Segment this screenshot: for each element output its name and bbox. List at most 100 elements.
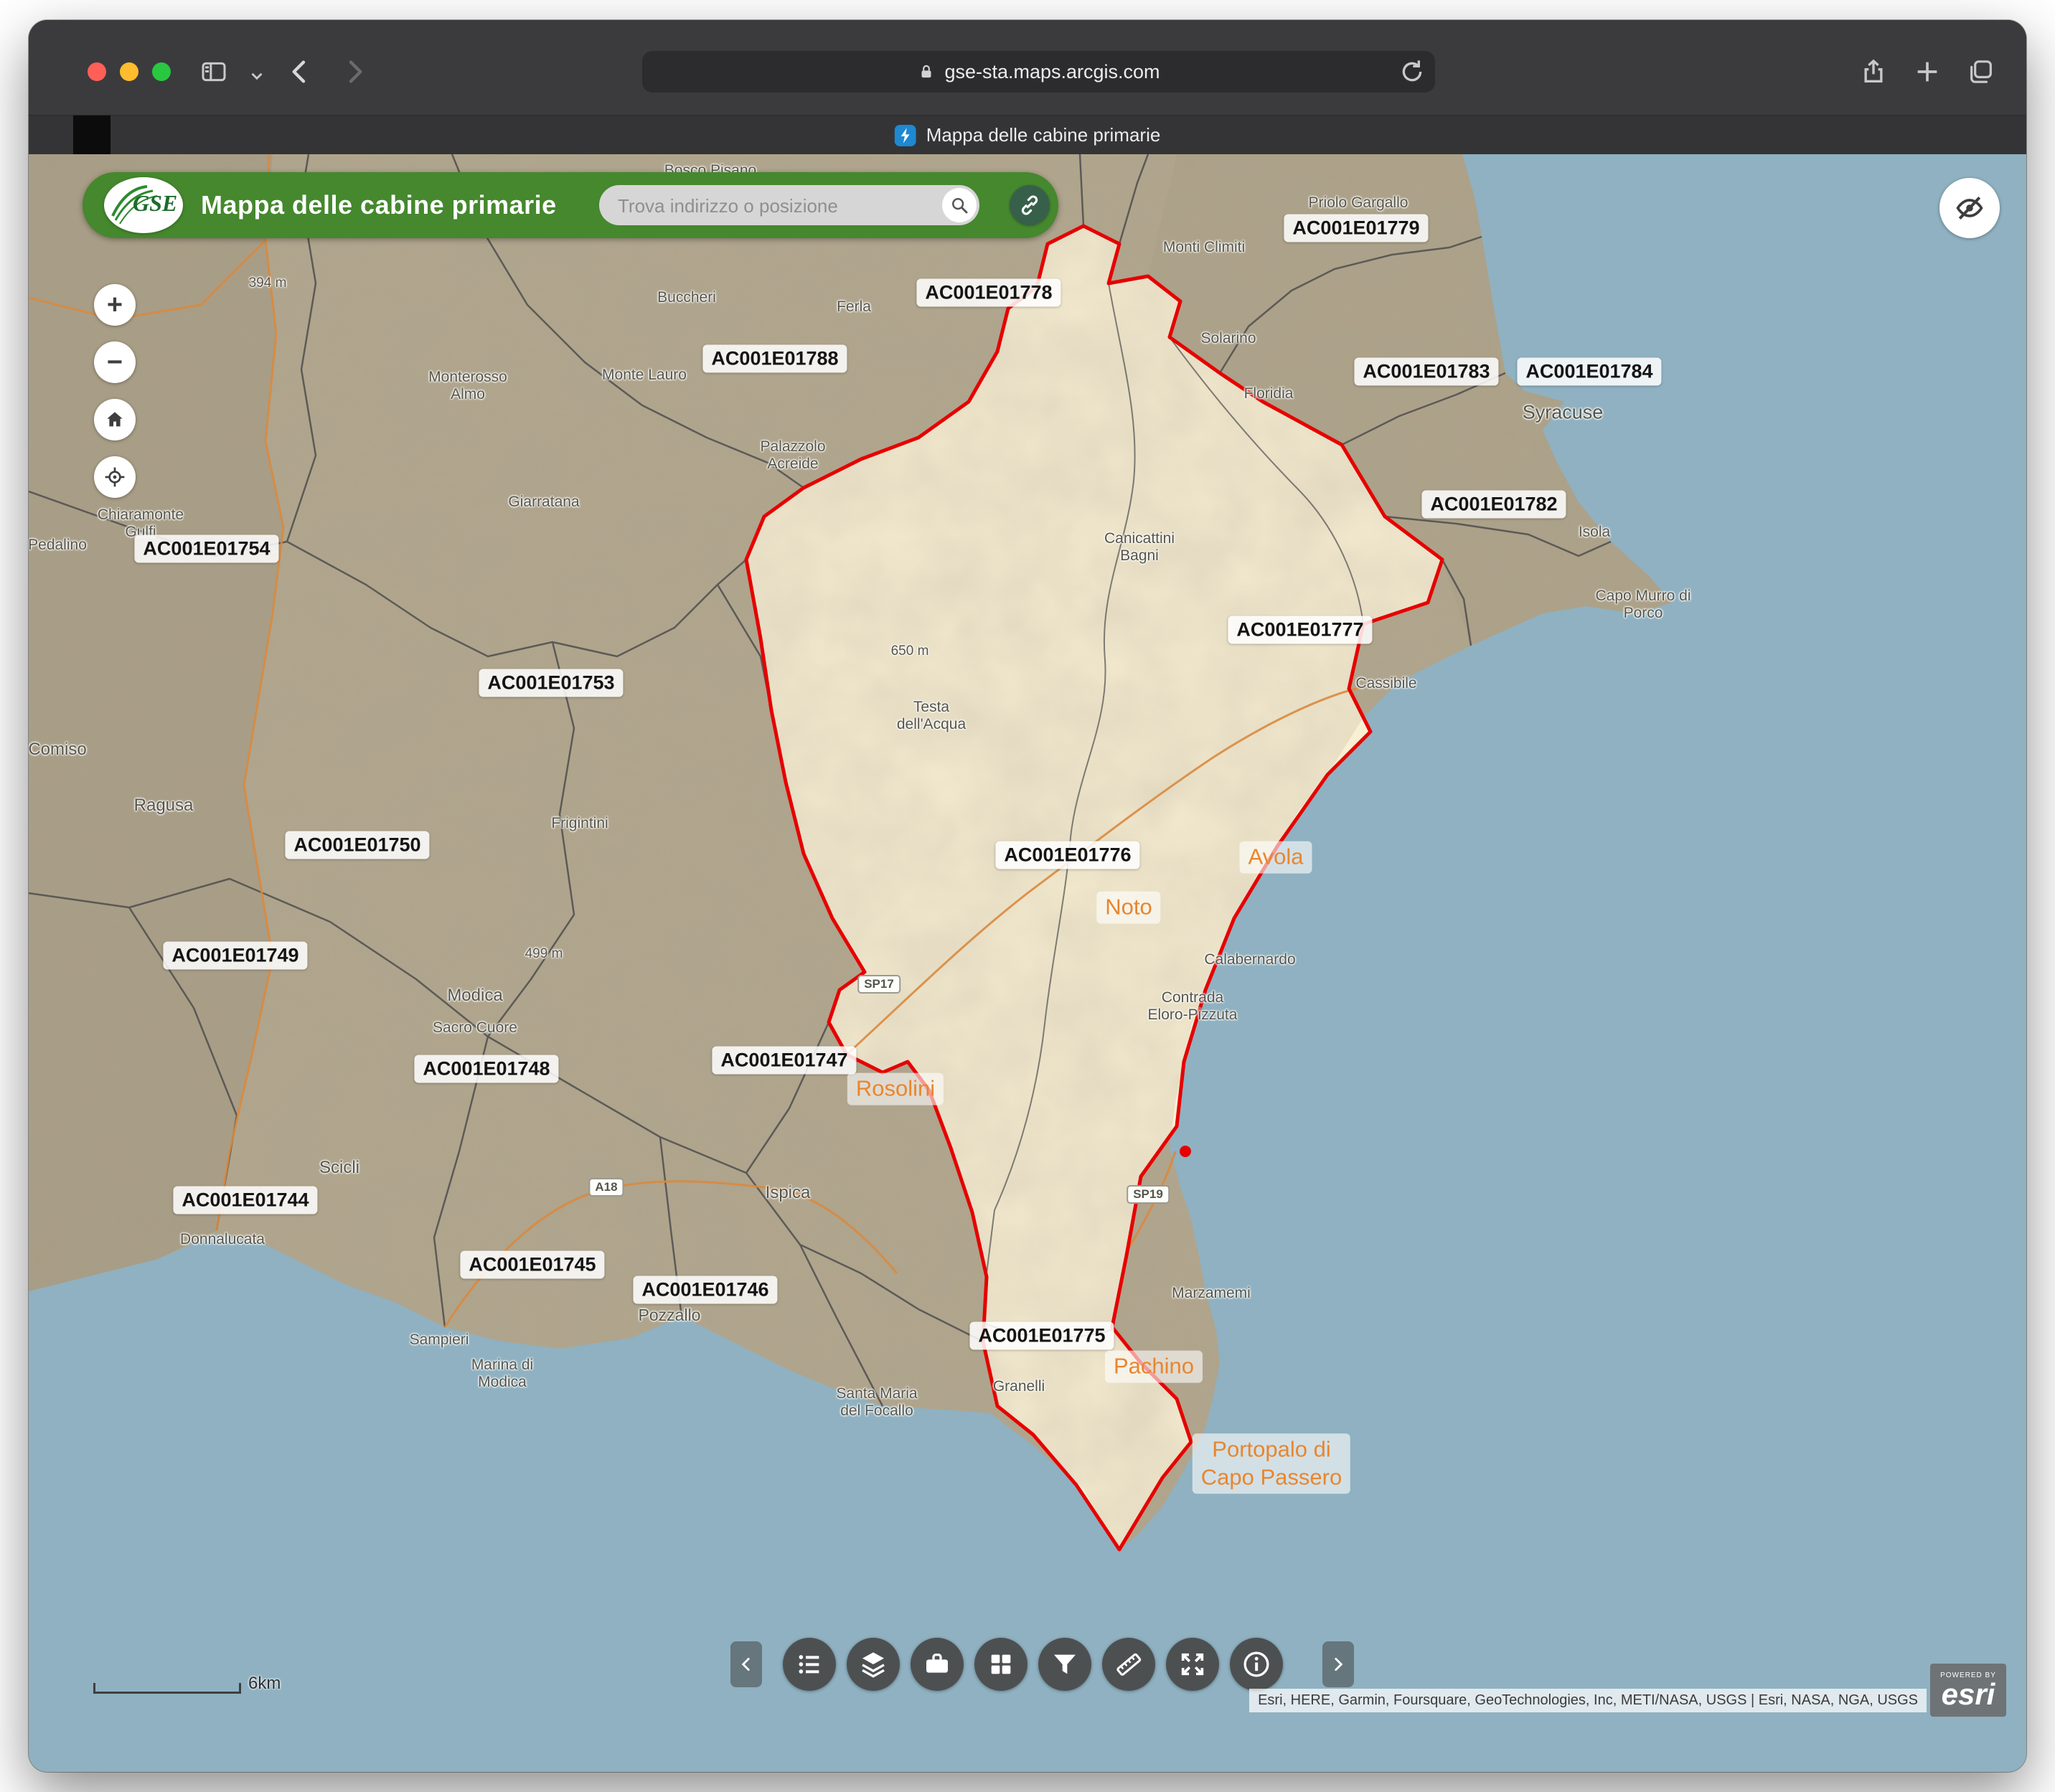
lock-icon <box>917 62 936 81</box>
place-label: Solarino <box>1200 330 1256 347</box>
search-button[interactable] <box>942 188 977 222</box>
place-label: Buccheri <box>657 289 716 306</box>
chevron-left-icon <box>737 1655 756 1674</box>
basemap-button[interactable] <box>911 1638 964 1691</box>
minimize-window-button[interactable] <box>120 62 138 81</box>
place-label: Cassibile <box>1355 675 1416 692</box>
cabin-label[interactable]: AC001E01776 <box>995 841 1139 869</box>
esri-logo: POWERED BY esri <box>1930 1664 2006 1717</box>
cabin-label[interactable]: AC001E01783 <box>1354 358 1498 386</box>
place-label: Pozzallo <box>639 1306 701 1324</box>
filter-button[interactable] <box>1038 1638 1091 1691</box>
share-icon[interactable] <box>1855 53 1892 90</box>
zoom-out-label: − <box>107 347 123 378</box>
esri-wordmark: esri <box>1942 1679 1995 1710</box>
layers-icon <box>859 1650 888 1679</box>
cabin-label[interactable]: AC001E01778 <box>916 279 1061 307</box>
city-label: Avola <box>1240 841 1312 874</box>
place-label: PalazzoloAcreide <box>760 438 825 473</box>
legend-button[interactable] <box>783 1638 836 1691</box>
share-link-button[interactable] <box>1010 185 1050 225</box>
cabin-label[interactable]: AC001E01747 <box>712 1047 856 1075</box>
filter-icon <box>1050 1650 1079 1679</box>
search-icon <box>949 194 970 216</box>
cabin-label[interactable]: AC001E01782 <box>1421 491 1566 519</box>
fullscreen-button[interactable] <box>1166 1638 1219 1691</box>
app-title: Mappa delle cabine primarie <box>201 172 557 238</box>
place-label: Sampieri <box>410 1331 469 1349</box>
back-button[interactable] <box>281 53 319 90</box>
search-box <box>599 185 979 225</box>
reload-icon[interactable] <box>1398 57 1426 86</box>
home-button[interactable] <box>94 399 136 440</box>
place-label: Pedalino <box>29 537 87 554</box>
cabin-label[interactable]: AC001E01750 <box>285 831 429 859</box>
place-label: Isola <box>1579 524 1610 541</box>
zoom-in-button[interactable]: + <box>94 284 136 326</box>
sidebar-toggle-icon[interactable] <box>195 53 232 90</box>
place-label: Marzamemi <box>1172 1285 1251 1302</box>
info-button[interactable] <box>1230 1638 1283 1691</box>
zoom-out-button[interactable]: − <box>94 341 136 383</box>
browser-toolbar: gse-sta.maps.arcgis.com <box>29 20 2026 115</box>
info-icon <box>1242 1650 1271 1679</box>
cabin-label[interactable]: AC001E01754 <box>134 535 278 563</box>
fullscreen-icon <box>1178 1650 1207 1679</box>
place-label: 650 m <box>891 643 929 659</box>
road-badge: SP17 <box>857 975 900 994</box>
city-label: Pachino <box>1105 1351 1203 1383</box>
place-label: Santa Mariadel Focallo <box>836 1385 917 1420</box>
place-label: Calabernardo <box>1204 951 1295 968</box>
app-header: GSE Mappa delle cabine primarie <box>83 172 1058 238</box>
forward-button[interactable] <box>336 53 373 90</box>
toggle-visibility-button[interactable] <box>1939 178 2000 238</box>
city-label: Portopalo diCapo Passero <box>1193 1433 1350 1494</box>
browser-tab[interactable]: Mappa delle cabine primarie <box>895 115 1161 155</box>
eye-slash-icon <box>1954 192 1985 224</box>
zoom-window-button[interactable] <box>152 62 171 81</box>
map-terrain <box>29 154 2026 1772</box>
cabin-label[interactable]: AC001E01784 <box>1517 358 1661 386</box>
place-label: Granelli <box>993 1378 1045 1395</box>
cabin-label[interactable]: AC001E01788 <box>702 345 847 373</box>
place-label: Marina diModica <box>471 1357 533 1391</box>
new-tab-button[interactable] <box>1909 53 1946 90</box>
tab-stub <box>73 115 110 155</box>
chevron-right-icon <box>1329 1655 1348 1674</box>
place-label: Ragusa <box>134 796 194 816</box>
measure-button[interactable] <box>1102 1638 1155 1691</box>
scale-label: 6km <box>248 1674 281 1694</box>
apps-icon <box>987 1650 1015 1679</box>
close-window-button[interactable] <box>88 62 106 81</box>
place-label: Floridia <box>1244 385 1294 402</box>
place-label: Sacro Cuore <box>433 1019 517 1037</box>
map-canvas[interactable]: Bosco PisanoPriolo GargalloMonti Climiti… <box>29 154 2026 1772</box>
cabin-label[interactable]: AC001E01779 <box>1284 214 1428 242</box>
place-label: Donnalucata <box>180 1231 265 1248</box>
locate-button[interactable] <box>94 456 136 498</box>
search-input[interactable] <box>616 185 921 227</box>
place-label: Ispica <box>766 1183 811 1203</box>
road-badge: A18 <box>588 1178 624 1197</box>
chevron-down-icon[interactable] <box>238 57 276 95</box>
scale-bar: 6km <box>93 1674 281 1694</box>
apps-button[interactable] <box>974 1638 1028 1691</box>
place-label: CanicattiniBagni <box>1104 530 1175 565</box>
legend-icon <box>795 1650 824 1679</box>
cabin-label[interactable]: AC001E01748 <box>414 1055 558 1083</box>
cabin-label[interactable]: AC001E01744 <box>173 1187 317 1215</box>
url-bar[interactable]: gse-sta.maps.arcgis.com <box>642 51 1435 93</box>
zoom-in-label: + <box>107 290 123 321</box>
cabin-label[interactable]: AC001E01745 <box>460 1251 604 1279</box>
layers-button[interactable] <box>847 1638 900 1691</box>
cabin-label[interactable]: AC001E01753 <box>479 669 623 697</box>
cabin-label[interactable]: AC001E01749 <box>163 942 307 970</box>
toolbar-next-button[interactable] <box>1322 1641 1354 1687</box>
toolbar-prev-button[interactable] <box>730 1641 762 1687</box>
tab-overview-icon[interactable] <box>1962 53 2000 90</box>
place-label: 499 m <box>525 946 563 962</box>
browser-window: gse-sta.maps.arcgis.com Mappa delle cabi… <box>29 20 2026 1772</box>
cabin-label[interactable]: AC001E01777 <box>1228 616 1372 644</box>
cabin-label[interactable]: AC001E01775 <box>969 1322 1114 1350</box>
cabin-label[interactable]: AC001E01746 <box>633 1276 777 1304</box>
